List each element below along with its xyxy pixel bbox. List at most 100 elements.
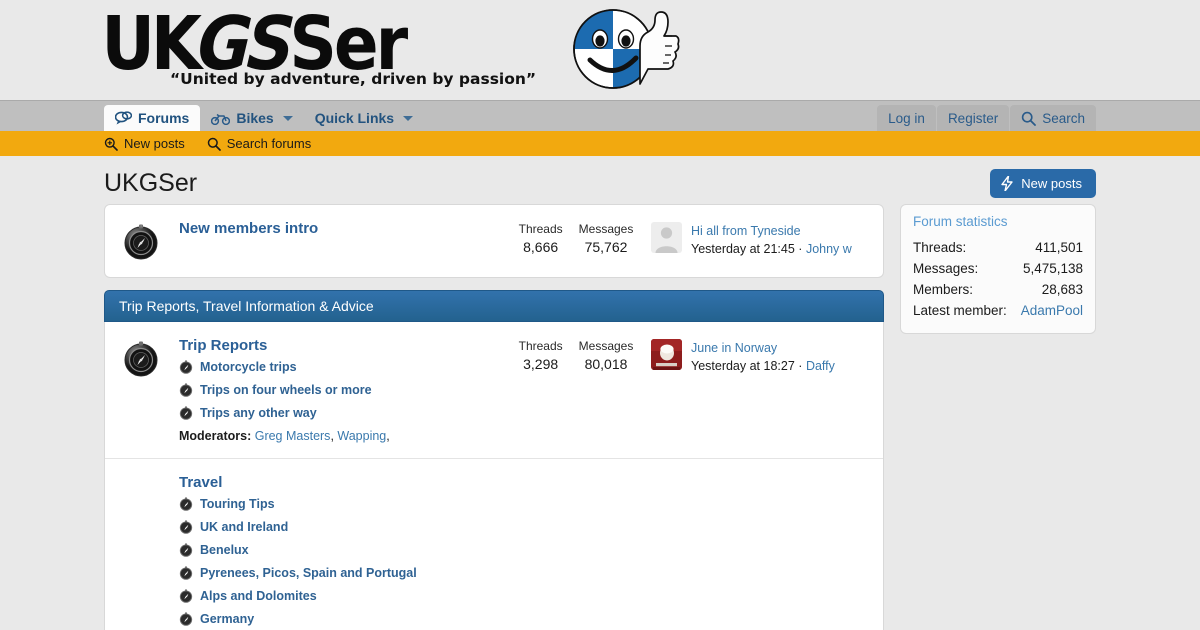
compass-icon [179,497,193,511]
last-post-meta: Yesterday at 18:27 · Daffy [691,357,835,375]
subforum-label: Trips any other way [200,406,317,420]
subforum-label: Trips on four wheels or more [200,383,372,397]
forum-stats: Threads 8,666 Messages 75,762 [501,220,651,255]
moderators-trailing: , [386,429,390,443]
avatar[interactable] [651,339,682,370]
compass-icon [121,337,175,379]
forum-info: Travel Touring Tips UK and Ireland Benel… [175,474,501,630]
subforum-label: Alps and Dolomites [200,589,317,603]
stat-threads-label: Threads: [913,240,967,255]
forum-title-link[interactable]: Travel [179,474,501,491]
moderator-link[interactable]: Wapping [337,429,386,443]
subnav-new-posts-label: New posts [124,136,185,151]
stat-messages: Messages: 5,475,138 [913,258,1083,279]
forum-statistics-title: Forum statistics [913,214,1008,229]
main-navigation: Forums Bikes Quick Links Log in Register [0,100,1200,131]
last-post-title-link[interactable]: June in Norway [691,339,835,357]
forum-icon-placeholder [121,474,175,476]
compass-icon [179,589,193,603]
forum-stats [501,474,651,476]
last-post-author-link[interactable]: Daffy [806,359,835,373]
messages-stat: Messages 75,762 [579,222,634,255]
stat-latest-member: Latest member: AdamPool [913,300,1083,321]
subforum-label: Pyrenees, Picos, Spain and Portugal [200,566,417,580]
last-post-author-link[interactable]: Johny w [806,242,852,256]
last-post-info: Hi all from Tyneside Yesterday at 21:45 … [651,220,869,258]
forum-list-column: New members intro Threads 8,666 Messages… [104,204,884,630]
sidebar-column: Forum statistics Threads: 411,501 Messag… [900,204,1096,334]
forum-title-link[interactable]: Trip Reports [179,337,501,354]
compass-icon [179,612,193,626]
nav-tab-bikes[interactable]: Bikes [200,105,303,131]
subforum-item[interactable]: Germany [179,612,501,626]
nav-search-label: Search [1042,110,1085,126]
moderators-line: Moderators: Greg Masters, Wapping, [179,429,390,443]
stat-threads: Threads: 411,501 [913,237,1083,258]
page-content: UKGSer New posts New members intro Threa… [0,156,1200,630]
subforum-item[interactable]: Trips any other way [179,406,501,420]
moderators-label: Moderators: [179,429,252,443]
subforum-item[interactable]: Benelux [179,543,501,557]
compass-icon [179,543,193,557]
threads-label: Threads [518,339,563,353]
last-post-time: Yesterday at 21:45 [691,242,795,256]
subnav-new-posts[interactable]: New posts [104,136,185,151]
messages-label: Messages [578,222,634,236]
messages-stat: Messages 80,018 [579,339,634,372]
subnav-search-forums-label: Search forums [226,136,312,151]
nav-tab-forums[interactable]: Forums [104,105,201,131]
new-posts-button[interactable]: New posts [990,168,1096,198]
category-trip-reports-travel: Trip Reports, Travel Information & Advic… [104,290,884,630]
stat-latest-member-link[interactable]: AdamPool [1021,300,1083,321]
nav-search-button[interactable]: Search [1010,105,1096,131]
forum-title-link[interactable]: New members intro [179,220,501,237]
threads-stat: Threads 3,298 [519,339,563,372]
category-forum-list: Trip Reports Motorcycle trips Trips on f… [104,322,884,630]
compass-icon [179,566,193,580]
site-header-banner: UKGSSer “United by adventure, driven by … [0,0,1200,100]
compass-icon [179,383,193,397]
subforum-item[interactable]: Pyrenees, Picos, Spain and Portugal [179,566,501,580]
stat-latest-member-label: Latest member: [913,303,1007,318]
subforum-item[interactable]: Trips on four wheels or more [179,383,501,397]
nav-tab-quick-links[interactable]: Quick Links [304,105,424,131]
nav-tab-quick-links-label: Quick Links [314,110,395,126]
subforum-item[interactable]: Motorcycle trips [179,360,501,374]
forum-card-new-members-intro: New members intro Threads 8,666 Messages… [104,204,884,278]
last-post-text: Hi all from Tyneside Yesterday at 21:45 … [691,222,852,258]
threads-value: 8,666 [523,239,559,255]
forum-stats: Threads 3,298 Messages 80,018 [501,337,651,372]
stat-members: Members: 28,683 [913,279,1083,300]
forum-info: Trip Reports Motorcycle trips Trips on f… [175,337,501,443]
moderator-link[interactable]: Greg Masters [255,429,331,443]
last-post-title-link[interactable]: Hi all from Tyneside [691,222,852,240]
lightning-bolt-icon [1001,175,1014,191]
subnav-search-forums[interactable]: Search forums [207,136,312,151]
speech-bubble-icon [115,111,132,125]
nav-register-label: Register [947,110,999,126]
compass-icon [179,520,193,534]
stat-threads-value: 411,501 [1035,240,1083,255]
forum-row: New members intro Threads 8,666 Messages… [105,205,883,277]
new-posts-button-label: New posts [1021,175,1082,191]
avatar[interactable] [651,222,682,253]
last-post-separator: · [798,242,803,256]
messages-value: 80,018 [584,356,628,372]
nav-login-button[interactable]: Log in [877,105,936,131]
last-post-info [651,474,869,476]
subforum-label: Motorcycle trips [200,360,297,374]
zoom-in-icon [104,137,118,151]
subforum-item[interactable]: Alps and Dolomites [179,589,501,603]
subforum-item[interactable]: UK and Ireland [179,520,501,534]
subforum-item[interactable]: Touring Tips [179,497,501,511]
compass-icon [179,360,193,374]
page-title-row: UKGSer New posts [104,156,1096,204]
smiley-thumbs-up-icon [568,6,680,92]
nav-register-button[interactable]: Register [936,105,1010,131]
forum-statistics-body: Threads: 411,501 Messages: 5,475,138 Mem… [901,235,1095,333]
page-title: UKGSer [104,168,198,197]
forum-row: Trip Reports Motorcycle trips Trips on f… [105,322,883,458]
chevron-down-icon [403,115,414,121]
compass-icon [179,406,193,420]
stat-messages-label: Messages: [913,261,979,276]
